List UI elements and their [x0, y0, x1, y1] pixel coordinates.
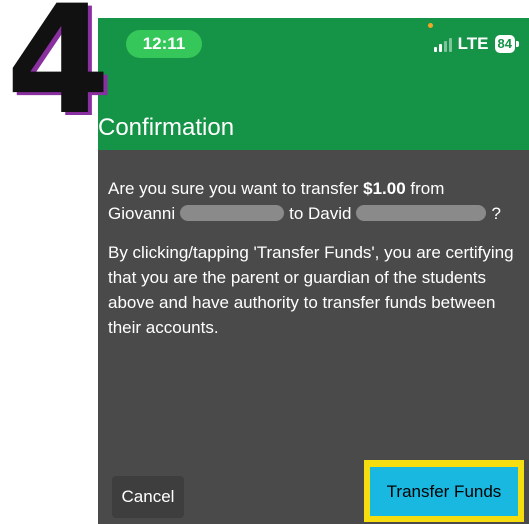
confirmation-content: Are you sure you want to transfer $1.00 … [108, 176, 518, 354]
page-title: Confirmation [98, 114, 235, 141]
step-number: 4 [6, 0, 111, 148]
cancel-button[interactable]: Cancel [112, 476, 184, 518]
from-name: Giovanni [108, 204, 176, 223]
transfer-funds-button[interactable]: Transfer Funds [370, 467, 518, 516]
transfer-highlight: Transfer Funds [364, 460, 524, 522]
network-indicators: LTE 84 [433, 33, 519, 55]
disclaimer-text: By clicking/tapping 'Transfer Funds', yo… [108, 243, 514, 337]
to-name: to David [289, 204, 352, 223]
transfer-question: Are you sure you want to transfer $1.00 … [108, 176, 518, 226]
signal-icon [433, 36, 452, 52]
question-end: ? [491, 204, 501, 223]
battery-icon: 84 [494, 35, 519, 53]
question-prefix: Are you sure you want to transfer [108, 179, 364, 198]
privacy-dot [428, 23, 433, 28]
transfer-amount: $1.00 [363, 179, 406, 198]
time-pill[interactable]: 12:11 [126, 30, 202, 58]
redacted-from-surname [180, 205, 285, 221]
status-bar: 12:11 LTE 84 [98, 18, 529, 58]
battery-level: 84 [494, 35, 515, 53]
phone-screen: 12:11 LTE 84 Confirmation Are you sure y… [98, 18, 529, 524]
question-from: from [405, 179, 445, 198]
network-label: LTE [457, 34, 489, 53]
redacted-to-surname [356, 205, 487, 221]
